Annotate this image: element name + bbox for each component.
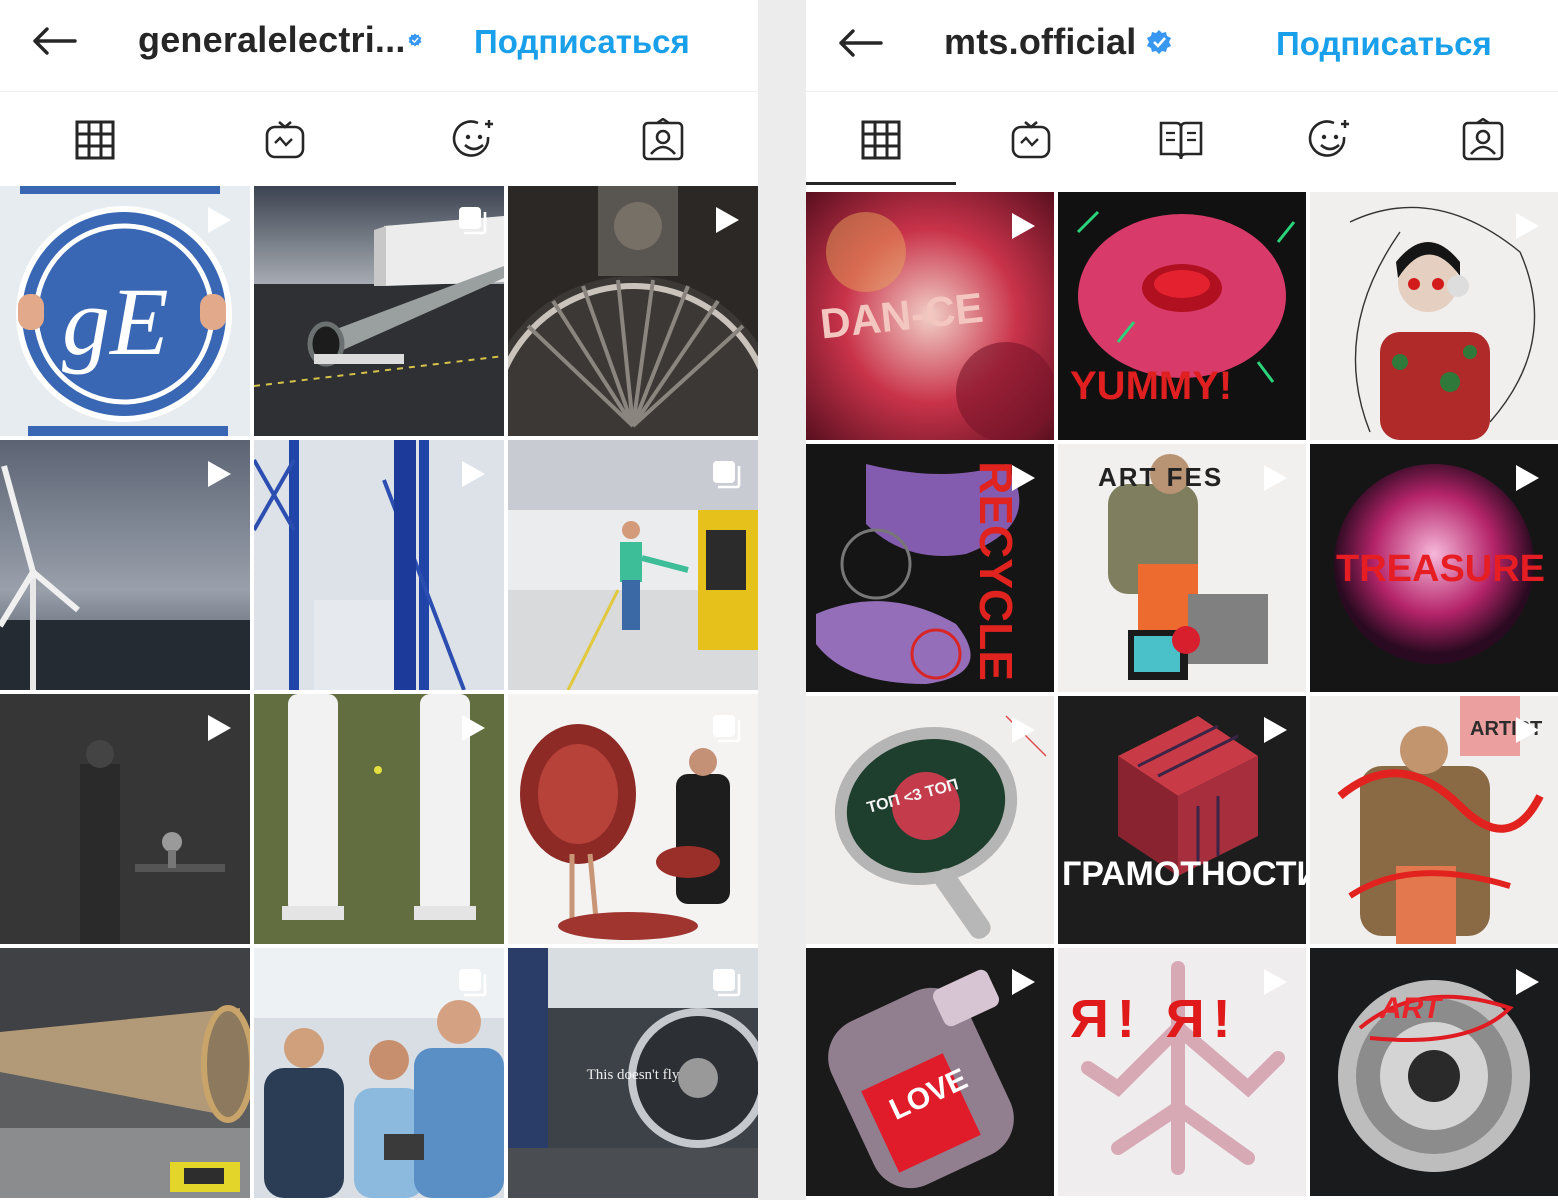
post-tile[interactable]: LOVE [806, 948, 1054, 1196]
post-tile[interactable] [0, 948, 250, 1198]
profile-header: mts.official Подписаться [806, 0, 1558, 92]
carousel-icon [713, 715, 741, 743]
profile-header: generalelectri... Подписаться [0, 0, 758, 92]
post-caption-text: This doesn't fly [586, 1067, 680, 1083]
video-play-icon [1012, 969, 1035, 995]
tab-igtv[interactable] [258, 113, 312, 167]
video-play-icon [1516, 717, 1539, 743]
tab-posts-grid[interactable] [854, 113, 908, 167]
donut-artwork-image [1058, 192, 1306, 440]
tab-effects[interactable] [448, 113, 502, 167]
video-play-icon [208, 207, 231, 233]
carousel-icon [459, 207, 487, 235]
back-button[interactable] [830, 16, 890, 70]
right-profile-panel: mts.official Подписаться DAN-CE YUMMY! R… [806, 0, 1558, 1200]
tagged-icon [1462, 118, 1504, 161]
post-tile[interactable] [254, 440, 504, 690]
tab-posts-grid[interactable] [68, 113, 122, 167]
post-tile[interactable]: ART FES [1058, 444, 1306, 692]
igtv-icon [265, 121, 305, 159]
carousel-icon [713, 461, 741, 489]
posts-grid: gE This doesn't fly [0, 186, 758, 1198]
video-play-icon [462, 715, 485, 741]
carousel-icon [459, 969, 487, 997]
profile-username: mts.official [944, 21, 1137, 62]
video-play-icon [1264, 717, 1287, 743]
video-play-icon [1516, 213, 1539, 239]
left-profile-panel: generalelectri... Подписаться gE This do… [0, 0, 758, 1200]
tab-guides[interactable] [1154, 113, 1208, 167]
post-tile[interactable] [254, 186, 504, 436]
video-play-icon [208, 461, 231, 487]
post-tile[interactable] [0, 440, 250, 690]
tab-igtv[interactable] [1004, 113, 1058, 167]
post-tile[interactable] [254, 694, 504, 944]
post-tile[interactable]: TREASURE [1310, 444, 1558, 692]
back-button[interactable] [24, 14, 84, 68]
posts-grid: DAN-CE YUMMY! RECYCLE ART FES TREASURE Т… [806, 192, 1558, 1196]
grid-icon [861, 120, 901, 160]
igtv-icon [1011, 121, 1051, 159]
follow-button[interactable]: Подписаться [1276, 22, 1492, 66]
tab-tagged[interactable] [1456, 113, 1510, 167]
profile-username: generalelectri... [138, 19, 406, 60]
post-tile[interactable] [1310, 192, 1558, 440]
carousel-icon [713, 969, 741, 997]
video-play-icon [1012, 717, 1035, 743]
verified-badge-icon [1146, 29, 1172, 55]
post-tile[interactable]: Я! Я! [1058, 948, 1306, 1196]
video-play-icon [1264, 465, 1287, 491]
video-play-icon [462, 461, 485, 487]
post-tile[interactable]: ГРАМОТНОСТИ [1058, 696, 1306, 944]
post-tile[interactable]: ARTIST [1310, 696, 1558, 944]
tagged-icon [642, 118, 684, 161]
video-play-icon [1012, 465, 1035, 491]
active-tab-indicator [806, 182, 956, 185]
tab-tagged[interactable] [636, 113, 690, 167]
post-tile[interactable] [0, 694, 250, 944]
post-tile[interactable]: gE [0, 186, 250, 436]
back-arrow-icon [839, 29, 883, 57]
post-tile[interactable]: RECYCLE [806, 444, 1054, 692]
post-tile[interactable]: DAN-CE [806, 192, 1054, 440]
grid-icon [75, 120, 115, 160]
tab-effects[interactable] [1304, 113, 1358, 167]
effects-icon [452, 120, 493, 157]
guides-icon [1159, 121, 1203, 160]
post-tile[interactable] [508, 186, 758, 436]
video-play-icon [208, 715, 231, 741]
effects-icon [1308, 120, 1349, 157]
follow-button[interactable]: Подписаться [474, 20, 690, 64]
post-tile[interactable]: This doesn't fly [508, 948, 758, 1198]
back-arrow-icon [33, 27, 77, 55]
post-tile[interactable] [508, 440, 758, 690]
verified-badge-icon [408, 27, 422, 53]
post-tile[interactable] [508, 694, 758, 944]
video-play-icon [1012, 213, 1035, 239]
post-tile[interactable]: ART [1310, 948, 1558, 1196]
video-play-icon [1516, 969, 1539, 995]
video-play-icon [716, 207, 739, 233]
profile-tabs [0, 93, 758, 185]
profile-tabs [806, 93, 1558, 185]
blade-factory-image [0, 948, 250, 1198]
username-container: mts.official [944, 20, 1172, 64]
username-container: generalelectri... [138, 18, 422, 62]
video-play-icon [1516, 465, 1539, 491]
post-tile[interactable] [254, 948, 504, 1198]
post-tile[interactable]: YUMMY! [1058, 192, 1306, 440]
post-tile[interactable]: ТОП <3 ТОП [806, 696, 1054, 944]
video-play-icon [1264, 969, 1287, 995]
